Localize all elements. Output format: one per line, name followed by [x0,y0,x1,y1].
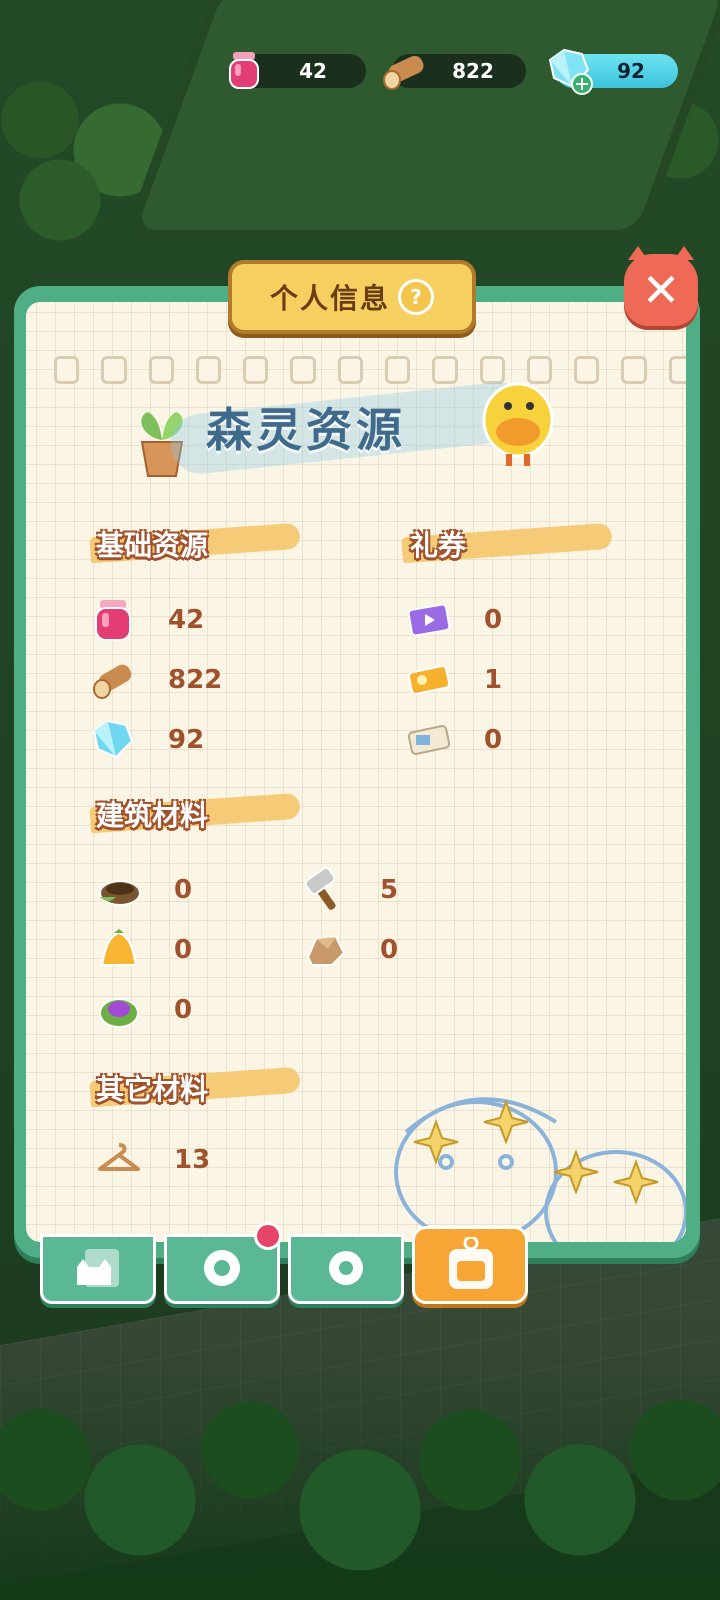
close-button[interactable]: ✕ [624,246,698,326]
resource-jam-value: 42 [168,605,205,635]
cat-card-icon [77,1249,119,1287]
tab-profile-card[interactable] [40,1234,156,1304]
coupon-gold-value: 1 [484,665,503,695]
nest-icon [99,880,141,906]
material-bell-fruit: 0 [96,926,192,974]
help-button[interactable]: ? [398,279,434,315]
jam-counter-value: 42 [299,59,327,83]
material-purple-leaf: 0 [96,986,192,1034]
material-hanger: 13 [96,1136,210,1184]
tab-resources[interactable] [412,1226,528,1304]
gear-icon [329,1251,363,1285]
headline: 森灵资源 [167,379,533,477]
notification-dot [254,1222,282,1250]
yellow-bird-icon [482,382,554,466]
coupon-paper-value: 0 [484,725,503,755]
resource-gem: 92 [90,716,204,764]
coupon-video: 0 [406,596,502,644]
section-title-basic: 基础资源 [96,529,209,562]
jam-jar-icon [95,600,131,641]
material-bell-fruit-value: 0 [174,935,193,965]
currency-bar: 42 822 92 [0,48,720,95]
jam-jar-icon [229,52,259,89]
hanger-icon [98,1143,140,1171]
resource-gem-value: 92 [168,725,205,755]
bell-fruit-icon [100,929,138,966]
material-purple-leaf-value: 0 [174,995,193,1025]
video-ticket-icon [407,603,451,637]
diamond-icon [92,719,134,759]
tab-settings[interactable] [288,1234,404,1304]
resource-bag-icon [449,1237,493,1289]
forest-trees [0,1340,720,1600]
coupon-gold: 1 [406,656,502,704]
wood-counter-value: 822 [452,59,494,83]
dialog-title: 个人信息 [269,282,390,315]
material-nest: 0 [96,866,192,914]
gem-counter-value: 92 [617,59,645,83]
coupon-paper: 0 [406,716,502,764]
wood-log-icon [93,664,132,699]
binder-rings [54,356,686,384]
close-icon: ✕ [641,263,681,317]
bear-doodle-icon [394,1097,686,1242]
purple-leaf-icon [99,998,139,1028]
material-nest-value: 0 [174,875,193,905]
section-title-coupons: 礼券 [410,529,467,562]
material-stone: 0 [302,926,398,974]
hammer-icon [304,867,336,910]
flower-badge-icon [204,1250,240,1286]
wood-log-icon [383,55,424,90]
section-title-building: 建筑材料 [96,799,209,832]
resource-wood: 822 [90,656,222,704]
material-hanger-value: 13 [174,1145,211,1175]
stone-block-icon [306,935,346,966]
resource-jam: 42 [90,596,204,644]
paper-ticket-icon [407,725,451,755]
add-gem-icon[interactable] [570,72,594,96]
material-stone-value: 0 [380,935,399,965]
material-hammer: 5 [302,866,398,914]
coupon-video-value: 0 [484,605,503,635]
section-title-other: 其它材料 [96,1073,209,1106]
plaza-area [122,0,720,240]
resource-wood-value: 822 [168,665,223,695]
material-hammer-value: 5 [380,875,399,905]
gold-ticket-icon [407,665,451,695]
dialog-title-tab: 个人信息 ? [228,260,476,334]
